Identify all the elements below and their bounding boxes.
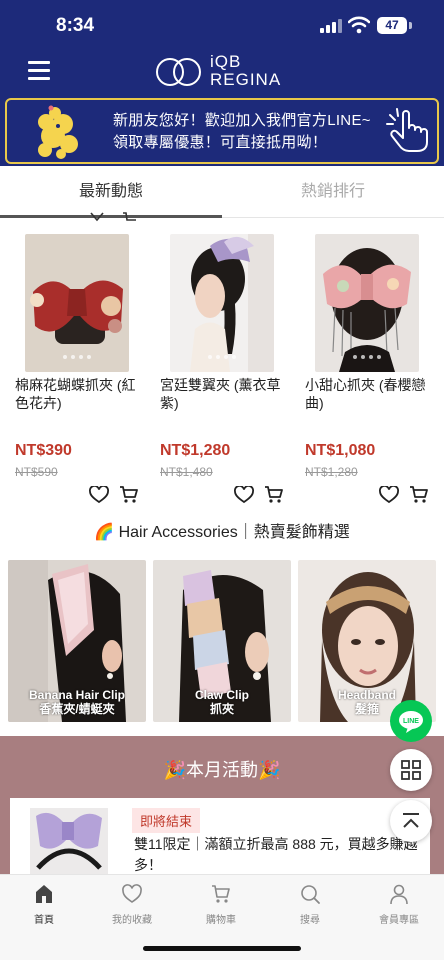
heart-icon [122,884,142,903]
monthly-activity-title: 🎉本月活動🎉 [163,760,281,780]
category-claw-clip[interactable]: Claw Clip 抓夾 [153,560,291,722]
header: 8:34 47 iQB REGINA 新朋友您好！歡迎加入我們官方LINE~ 領… [0,0,444,166]
activity-description[interactable]: 雙11限定｜滿額立折最高 888 元，買越多賺越多！ [134,834,419,876]
nav-member-label: 會員專區 [379,915,419,926]
category-label: Claw Clip 抓夾 [153,688,291,716]
tap-hand-icon [386,108,428,152]
product-price: NT$1,080 [305,442,376,459]
scroll-to-top-button[interactable] [390,800,432,842]
home-icon [36,885,52,903]
category-label-zh: 抓夾 [209,702,234,716]
logo-rings-icon [156,58,201,86]
image-pagination-dots [25,346,129,364]
nav-favorites-label: 我的收藏 [112,915,152,926]
image-pagination-dots [315,346,419,364]
add-to-cart-icon[interactable] [264,486,284,504]
nav-home-label: 首頁 [34,915,54,926]
poodle-mascot-icon [38,105,78,159]
product-price: NT$390 [15,442,72,459]
product-image[interactable] [170,234,274,372]
nav-member[interactable]: 會員專區 [355,883,443,926]
hair-accessories-title: 🌈 Hair Accessories｜熱賣髮飾精選 [94,524,350,541]
tab-latest[interactable]: 最新動態 [0,166,222,218]
product-list: 棉麻花蝴蝶抓夾 (紅色花卉) NT$390 NT$590 宮廷雙翼夾 (薰衣草紫… [0,212,444,508]
add-to-cart-icon[interactable] [409,486,429,504]
battery-tip [409,22,412,29]
category-label-en: Claw Clip [194,688,249,702]
line-promo-banner[interactable]: 新朋友您好！歡迎加入我們官方LINE~ 領取專屬優惠！可直接抵用呦！ [5,98,439,164]
tab-bestsellers[interactable]: 熱銷排行 [222,166,444,218]
category-label-en: Banana Hair Clip [28,688,126,702]
product-name[interactable]: 棉麻花蝴蝶抓夾 (紅色花卉) [15,376,145,412]
product-name[interactable]: 小甜心抓夾 (春櫻戀曲) [305,376,435,412]
line-chat-button[interactable]: LINE [390,700,432,742]
product-price: NT$1,280 [160,442,231,459]
menu-icon[interactable] [28,61,50,81]
content-tabs: 最新動態 熱銷排行 [0,166,444,218]
status-time: 8:34 [56,15,95,36]
grid-icon [401,760,421,780]
nav-favorites[interactable]: 我的收藏 [88,883,176,926]
home-indicator [143,946,301,951]
battery-icon: 47 [377,17,407,34]
banner-line1: 新朋友您好！歡迎加入我們官方LINE~ [113,112,371,129]
logo-line2: REGINA [210,70,282,89]
product-original-price: NT$1,280 [305,465,358,479]
favorite-heart-icon[interactable] [234,486,254,504]
category-label: Banana Hair Clip 香蕉夾/蜻蜓夾 [8,688,146,716]
product-name[interactable]: 宮廷雙翼夾 (薰衣草紫) [160,376,290,412]
cart-icon [212,885,230,903]
product-image[interactable] [25,234,129,372]
app-screen: 8:34 47 iQB REGINA 新朋友您好！歡迎加入我們官方LINE~ 領… [0,0,444,960]
image-pagination-dots [170,346,274,364]
line-chat-icon: LINE [399,711,423,733]
nav-cart-label: 購物車 [206,915,236,926]
search-icon [301,885,320,904]
product-image[interactable] [315,234,419,372]
brand-logo[interactable]: iQB REGINA [154,52,294,92]
category-label-zh: 香蕉夾/蜻蜓夾 [39,702,115,716]
favorite-heart-icon[interactable] [379,486,399,504]
status-bar: 8:34 47 [0,0,444,52]
logo-line1: iQB [210,52,242,71]
wifi-icon [348,16,370,34]
peek-cart-icon [123,212,136,221]
nav-search[interactable]: 搜尋 [266,883,354,926]
nav-cart[interactable]: 購物車 [177,883,265,926]
category-headband[interactable]: Headband 髮箍 [298,560,436,722]
category-banana-clip[interactable]: Banana Hair Clip 香蕉夾/蜻蜓夾 [8,560,146,722]
line-label: LINE [403,718,419,725]
nav-home[interactable]: 首頁 [0,883,88,926]
logo-text: iQB REGINA [210,53,281,89]
ending-soon-badge: 即將結束 [132,808,201,833]
peek-heart-icon [90,212,104,222]
category-grid-button[interactable] [390,749,432,791]
arrow-up-icon [403,813,419,828]
product-original-price: NT$1,480 [160,465,213,479]
cellular-signal-icon [320,19,342,33]
nav-search-label: 搜尋 [300,915,320,926]
banner-line2: 領取專屬優惠！可直接抵用呦！ [113,134,328,151]
product-original-price: NT$590 [15,465,58,479]
favorite-heart-icon[interactable] [89,486,109,504]
add-to-cart-icon[interactable] [119,486,139,504]
banner-text: 新朋友您好！歡迎加入我們官方LINE~ 領取專屬優惠！可直接抵用呦！ [113,110,373,154]
user-icon [390,884,408,905]
